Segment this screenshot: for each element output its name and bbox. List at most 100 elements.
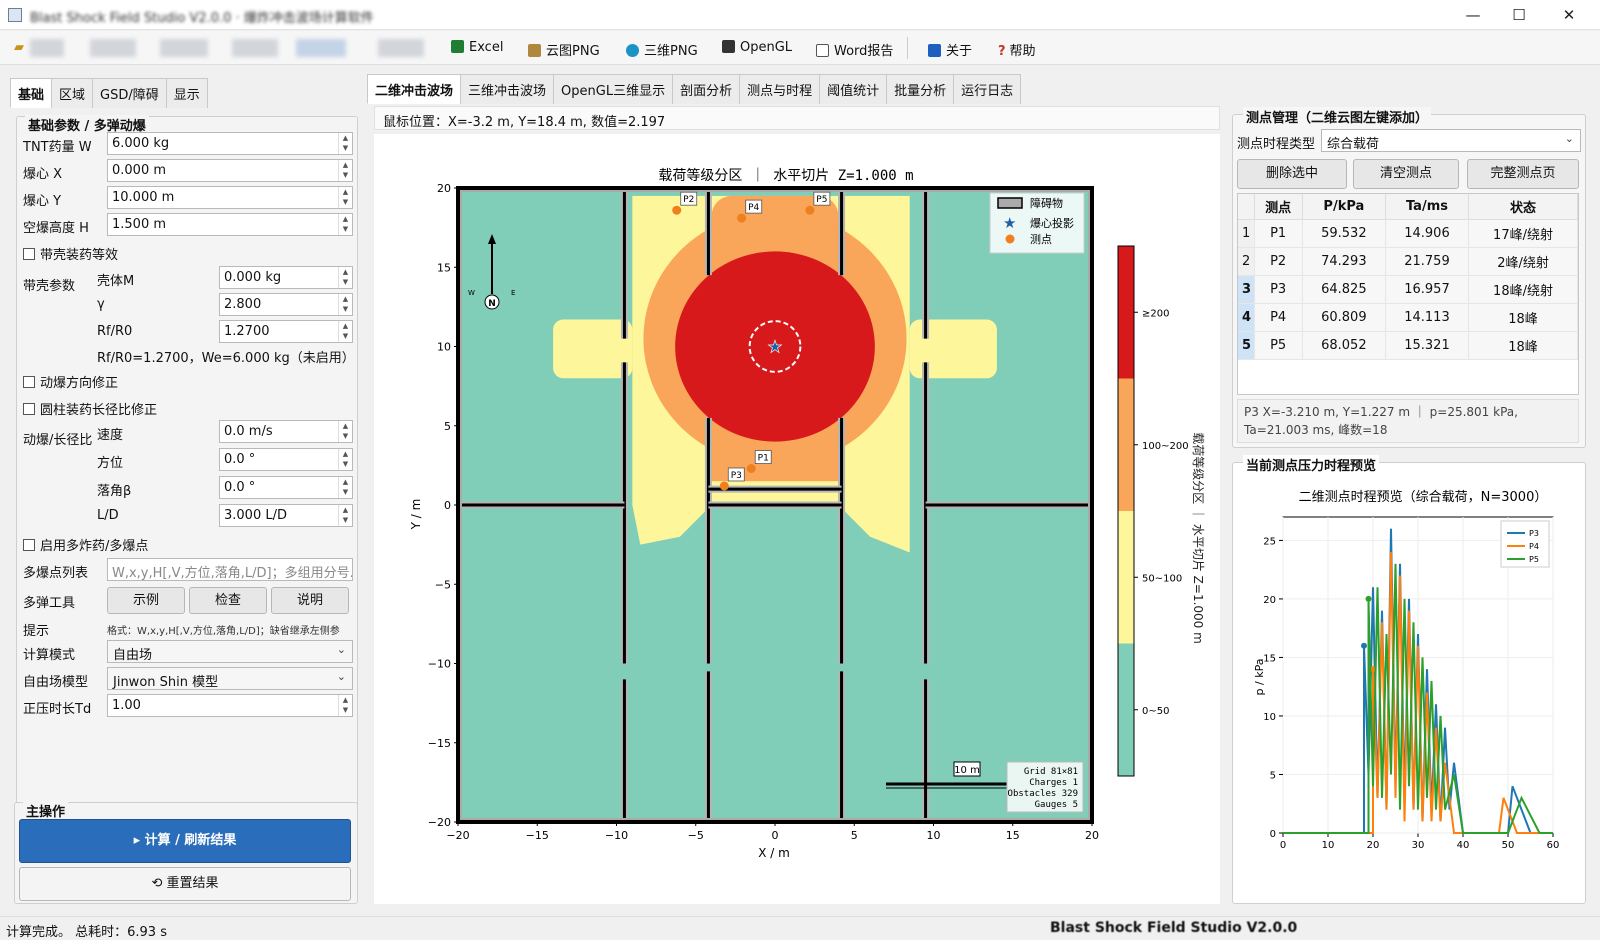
col-status[interactable]: 状态 [1468,194,1578,220]
close-button[interactable]: ✕ [1546,0,1592,30]
clear-gauges-button[interactable]: 清空测点 [1353,159,1459,189]
legend-charge: 爆心投影 [1030,216,1074,230]
fall-input[interactable]: 0.0 ° ▲ ▼ [219,476,353,499]
spin-arrows-icon[interactable]: ▲ ▼ [338,695,352,716]
tab-gsd[interactable]: GSD/障碍 [92,78,167,108]
spin-arrows-icon[interactable]: ▲ ▼ [338,294,352,315]
spin-arrows-icon[interactable]: ▲ ▼ [338,477,352,498]
gauge-point[interactable] [805,205,815,215]
table-row[interactable]: 3 P3 64.825 16.957 18峰/绕射 [1238,275,1578,304]
multi-checkbox[interactable]: 启用多炸药/多爆点 [23,535,148,554]
table-row[interactable]: 4 P4 60.809 14.113 18峰 [1238,303,1578,332]
full-gauge-page-button[interactable]: 完整测点页 [1467,159,1579,189]
tnt-input[interactable]: 6.000 kg ▲ ▼ [107,132,353,155]
dyn-checkbox[interactable]: 动爆方向修正 [23,372,118,391]
rf-input[interactable]: 1.2700 ▲ ▼ [219,320,353,343]
tab-basic[interactable]: 基础 [10,78,53,108]
speed-input[interactable]: 0.0 m/s ▲ ▼ [219,420,353,443]
multi-list-input[interactable]: W,x,y,H[,V,方位,落角,L/D]；多组用分号... [107,558,353,581]
gauge-type-select[interactable]: 综合载荷 ⌄ [1321,129,1581,152]
menu-opengl[interactable]: OpenGL [722,40,792,55]
tab-3d-field[interactable]: 三维冲击波场 [460,74,555,104]
col-ta[interactable]: Ta/ms [1385,194,1470,220]
check-button[interactable]: 检查 [189,587,267,614]
shell-checkbox[interactable]: 带壳装药等效 [23,244,118,263]
excel-icon [451,40,464,53]
explain-button[interactable]: 说明 [271,587,349,614]
cx-input[interactable]: 0.000 m ▲ ▼ [107,159,353,182]
checkbox-icon [23,539,35,551]
tab-batch[interactable]: 批量分析 [886,74,955,104]
td-row: 正压时长Td 1.00 ▲ ▼ [17,693,353,719]
tab-2d-field[interactable]: 二维冲击波场 [367,74,462,104]
spin-arrows-icon[interactable]: ▲ ▼ [338,187,352,208]
cyl-checkbox[interactable]: 圆柱装药长径比修正 [23,399,157,418]
azimuth-input[interactable]: 0.0 ° ▲ ▼ [219,448,353,471]
minimize-button[interactable]: — [1450,0,1496,30]
plot-canvas[interactable]: 载荷等级分区 ｜ 水平切片 Z=1.000 m −20 −15 −10 −5 0 5 10 1… [374,134,1220,904]
delete-selected-button[interactable]: 删除选中 [1237,159,1347,189]
tab-log[interactable]: 运行日志 [953,74,1022,104]
gauge-point[interactable] [672,205,682,215]
gauge-point[interactable] [746,464,756,474]
tab-profile[interactable]: 剖面分析 [672,74,741,104]
spin-arrows-icon[interactable]: ▲ ▼ [338,267,352,288]
menu-word-report[interactable]: Word报告 [816,40,893,59]
spin-arrows-icon[interactable]: ▲ ▼ [338,449,352,470]
rf-note: Rf/R0=1.2700，We=6.000 kg（未启用） [97,351,355,366]
ld-input[interactable]: 3.000 L/D ▲ ▼ [219,504,353,527]
blurred-menu[interactable] [296,39,346,57]
col-p[interactable]: P/kPa [1302,194,1386,220]
blurred-menu[interactable] [160,39,208,57]
h-input[interactable]: 1.500 m ▲ ▼ [107,213,353,236]
blurred-menu[interactable] [30,39,64,57]
heatmap-chart[interactable]: 载荷等级分区 ｜ 水平切片 Z=1.000 m −20 −15 −10 −5 0 5 10 1… [374,134,1220,904]
left-tabs: 基础 区域 GSD/障碍 显示 [10,78,208,108]
tab-display[interactable]: 显示 [165,78,208,108]
tab-opengl[interactable]: OpenGL三维显示 [553,74,674,104]
timehistory-chart[interactable]: 二维测点时程预览（综合载荷，N=3000） p / kPa 0 10 20 30 40 5… [1233,477,1585,897]
tab-threshold[interactable]: 阈值统计 [819,74,888,104]
menu-help[interactable]: ? 帮助 [998,40,1036,59]
mode-select[interactable]: 自由场 ⌄ [107,640,353,663]
gauge-point[interactable] [719,481,729,491]
table-row[interactable]: 5 P5 68.052 15.321 18峰 [1238,331,1578,360]
north-label: N [488,299,496,309]
reset-button[interactable]: ⟲ 重置结果 [19,867,351,901]
folder-icon[interactable]: ▰ [14,40,24,55]
spin-arrows-icon[interactable]: ▲ ▼ [338,321,352,342]
cy-row: 爆心 Y 10.000 m ▲ ▼ [17,185,353,211]
gauge-info-line2: Ta=21.003 ms, 峰数=18 [1244,423,1388,437]
gamma-input[interactable]: 2.800 ▲ ▼ [219,293,353,316]
spin-arrows-icon[interactable]: ▲ ▼ [338,421,352,442]
blurred-menu[interactable] [378,39,424,57]
col-gauge[interactable]: 测点 [1254,194,1303,220]
menu-excel[interactable]: Excel [451,40,503,55]
west-label: W [468,289,475,297]
spin-arrows-icon[interactable]: ▲ ▼ [338,160,352,181]
table-row[interactable]: 2 P2 74.293 21.759 2峰/绕射 [1238,247,1578,276]
ld-row: L/D 3.000 L/D ▲ ▼ [17,503,353,529]
maximize-button[interactable]: ☐ [1496,0,1542,30]
main-title: 主操作 [23,801,69,820]
tab-region[interactable]: 区域 [51,78,94,108]
spin-arrows-icon[interactable]: ▲ ▼ [338,133,352,154]
spin-arrows-icon[interactable]: ▲ ▼ [338,505,352,526]
menu-cloud-png[interactable]: 云图PNG [528,40,600,59]
tab-gauges[interactable]: 测点与时程 [739,74,821,104]
gauge-point[interactable] [737,213,747,223]
shell-mass-input[interactable]: 0.000 kg ▲ ▼ [219,266,353,289]
blurred-menu[interactable] [232,39,278,57]
hint-row: 提示 格式：W,x,y,H[,V,方位,落角,L/D]；缺省继承左侧参 [17,615,347,641]
blurred-menu[interactable] [90,39,136,57]
spin-arrows-icon[interactable]: ▲ ▼ [338,214,352,235]
example-button[interactable]: 示例 [107,587,185,614]
menu-3d-png[interactable]: 三维PNG [626,40,698,59]
menu-about[interactable]: 关于 [928,40,972,59]
td-input[interactable]: 1.00 ▲ ▼ [107,694,353,717]
info-icon [928,44,941,57]
table-row[interactable]: 1 P1 59.532 14.906 17峰/绕射 [1238,219,1578,248]
compute-button[interactable]: ▸ 计算 / 刷新结果 [19,819,351,863]
cy-input[interactable]: 10.000 m ▲ ▼ [107,186,353,209]
model-select[interactable]: Jinwon Shin 模型 ⌄ [107,667,353,690]
